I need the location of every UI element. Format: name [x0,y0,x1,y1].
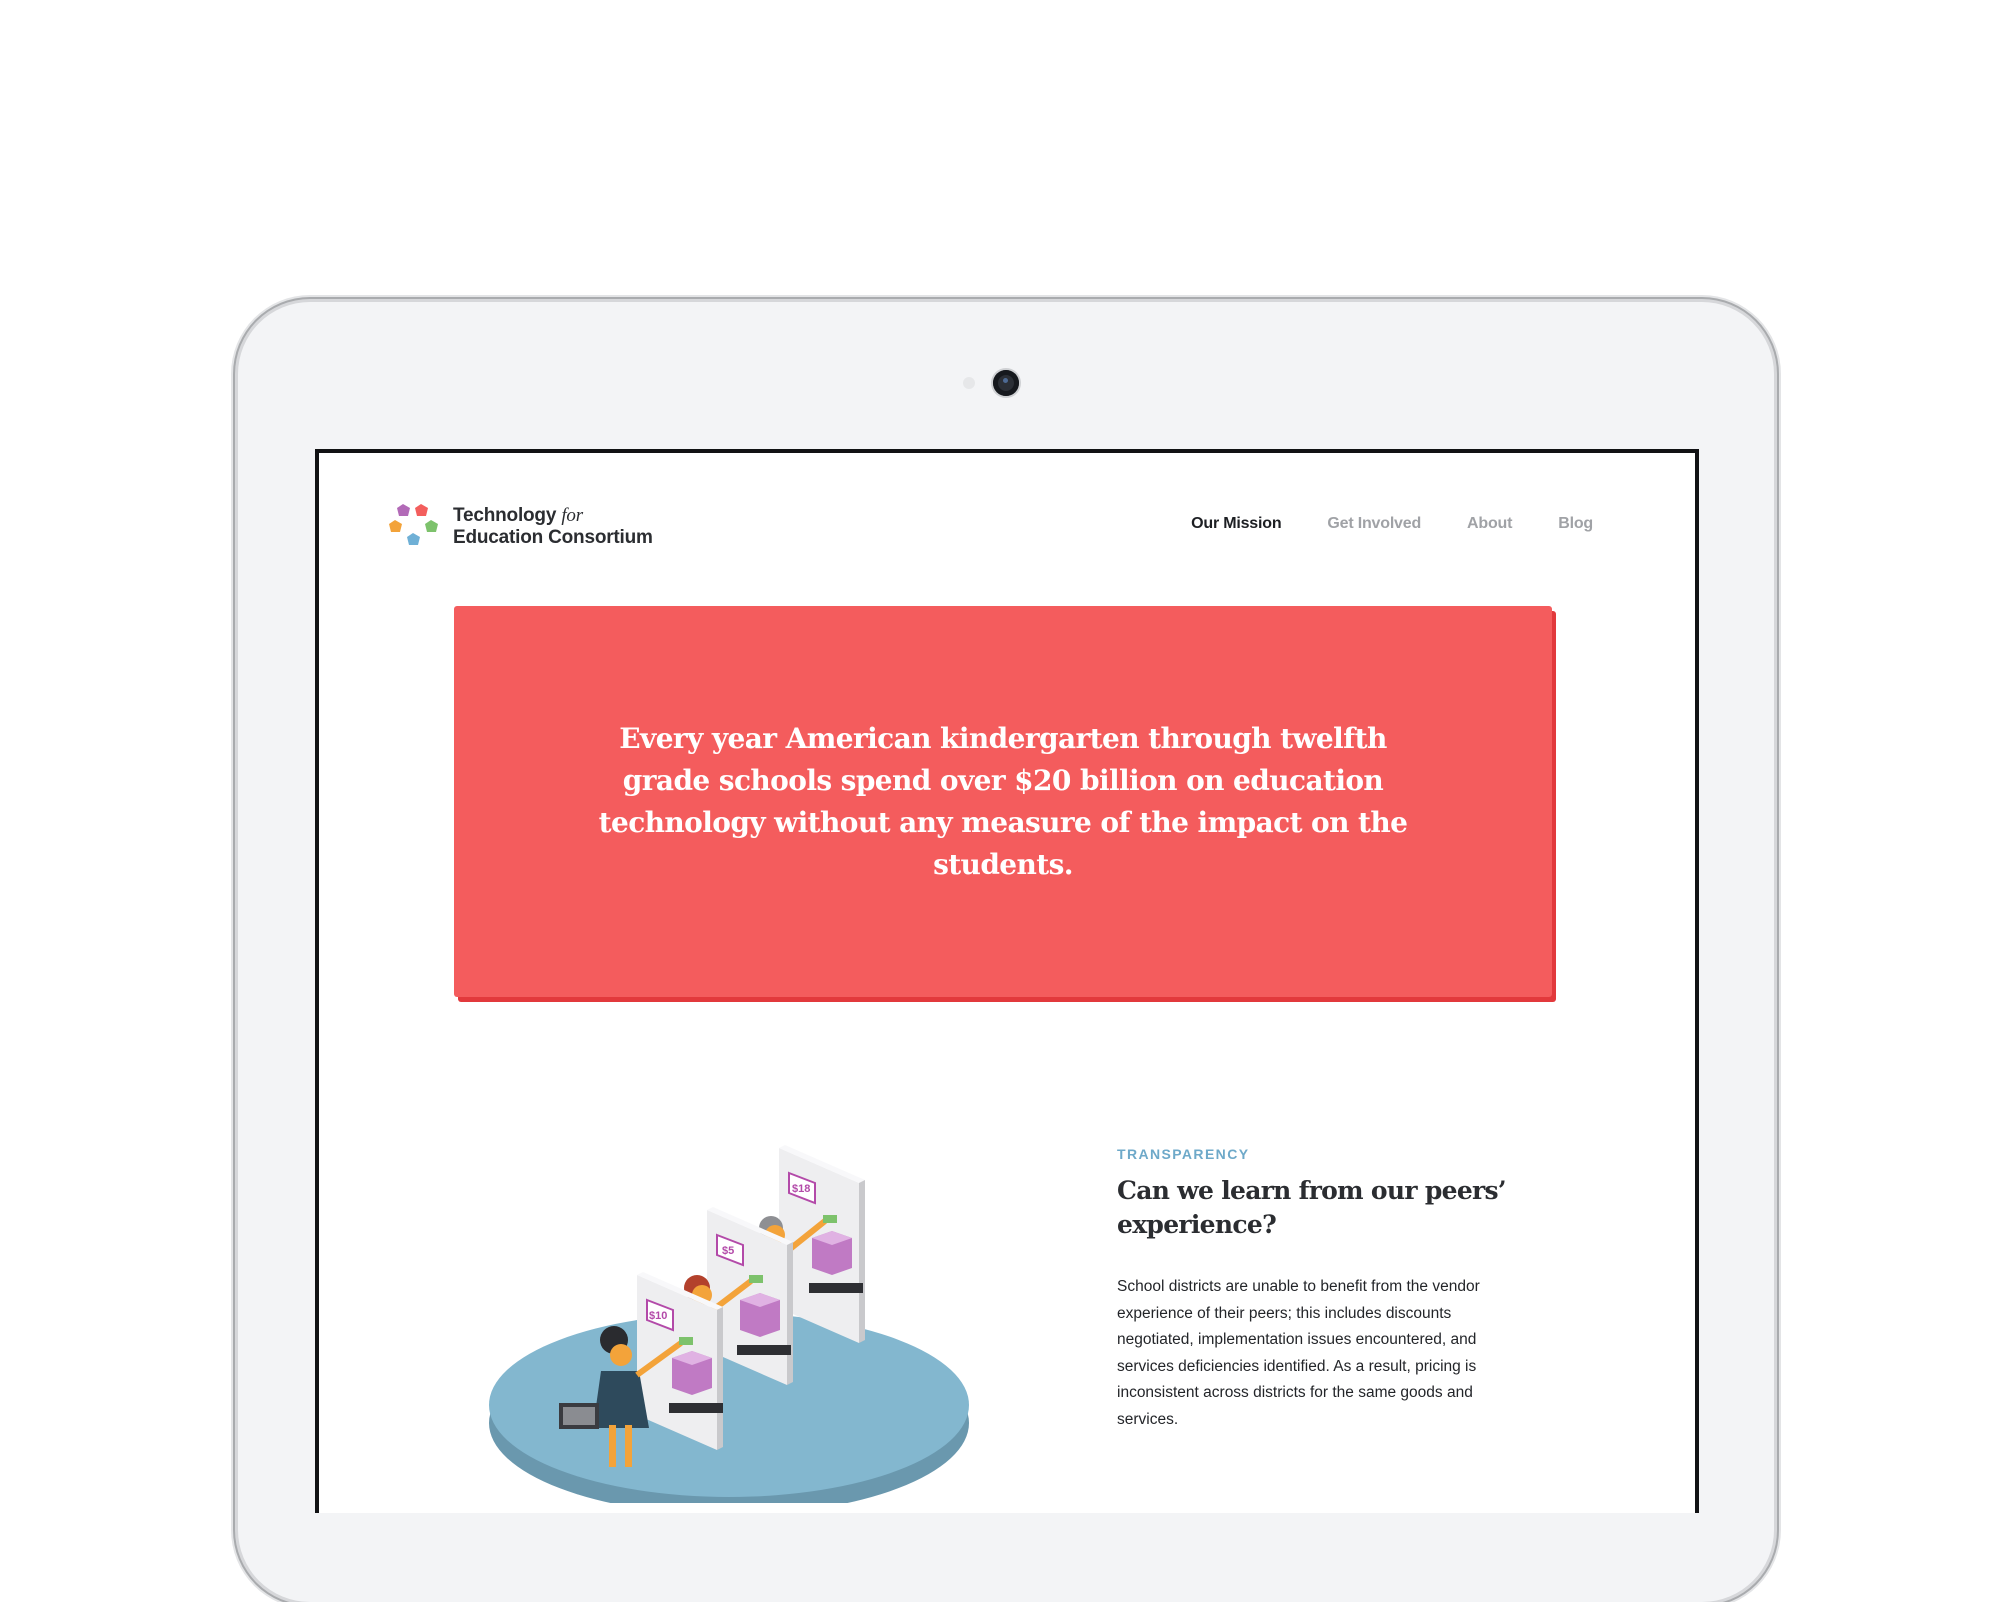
feature-title: Can we learn from our peers’ experience? [1117,1176,1507,1239]
price-tag-10: $10 [649,1310,667,1322]
nav-blog[interactable]: Blog [1558,515,1593,533]
price-tag-18: $18 [792,1183,810,1195]
sensor-dot [963,377,975,389]
nav-about[interactable]: About [1467,515,1512,533]
price-tag-5: $5 [722,1245,734,1257]
feature-transparency: TRANSPARENCY Can we learn from our peers… [1117,1146,1507,1433]
feature-eyebrow: TRANSPARENCY [1117,1146,1250,1162]
brand-name[interactable]: Technology for Education Consortium [453,505,653,549]
tablet-screen: Technology for Education Consortium Our … [315,449,1699,1513]
front-camera [993,370,1019,396]
brand-line1: Technology [453,505,557,526]
nav-get-involved[interactable]: Get Involved [1327,515,1421,533]
brand-for: for [561,505,583,526]
brand-line2: Education Consortium [453,527,653,548]
consortium-logo-icon[interactable] [387,499,443,555]
transparency-illustration: $18 $5 $10 [489,1145,969,1503]
hero-banner: Every year American kindergarten through… [454,606,1552,997]
hero-statement: Every year American kindergarten through… [598,721,1408,881]
feature-body: School districts are unable to benefit f… [1117,1278,1480,1428]
nav-our-mission[interactable]: Our Mission [1191,515,1281,533]
main-nav: Our Mission Get Involved About Blog [1191,515,1593,533]
